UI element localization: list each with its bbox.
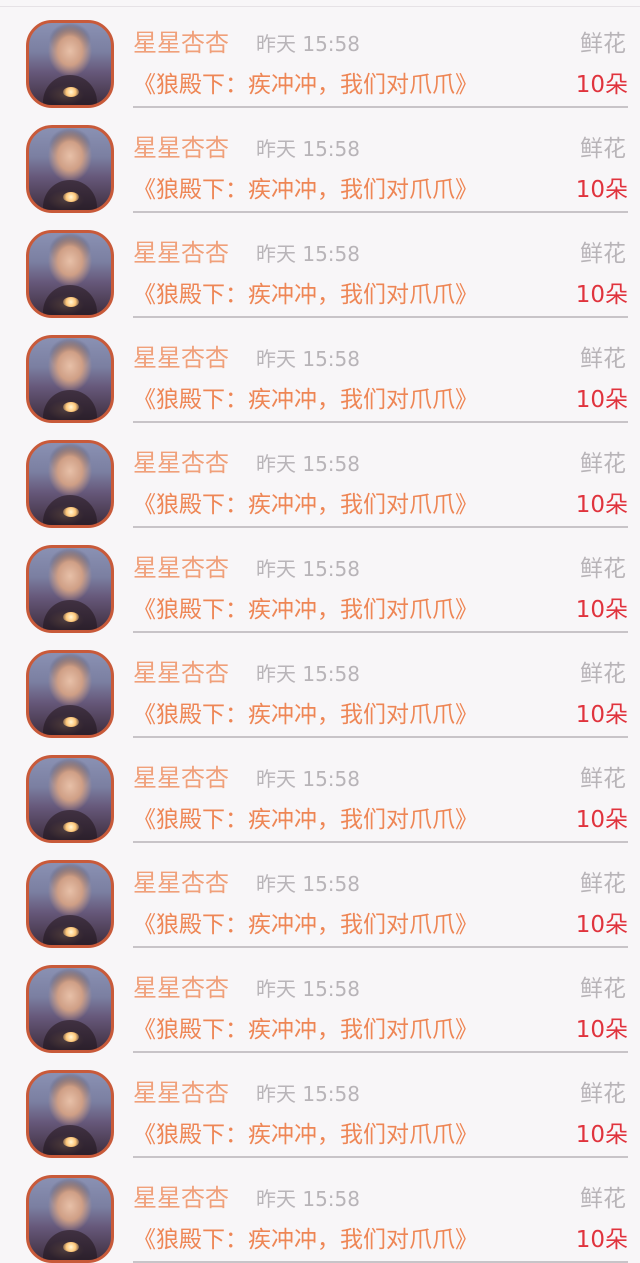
list-item[interactable]: 星星杏杏 昨天 15:58 鲜花 《狼殿下：疾冲冲，我们对爪爪》 10朵 (0, 315, 640, 423)
timestamp: 昨天 15:58 (256, 977, 360, 1001)
book-title[interactable]: 《狼殿下：疾冲冲，我们对爪爪》 (133, 488, 478, 522)
avatar[interactable] (26, 1175, 114, 1263)
avatar[interactable] (26, 125, 114, 213)
timestamp: 昨天 15:58 (256, 767, 360, 791)
gift-type: 鲜花 (580, 661, 626, 687)
sender-name[interactable]: 星星杏杏 (133, 656, 229, 690)
book-title[interactable]: 《狼殿下：疾冲冲，我们对爪爪》 (133, 68, 478, 102)
book-title[interactable]: 《狼殿下：疾冲冲，我们对爪爪》 (133, 803, 478, 837)
list-item[interactable]: 星星杏杏 昨天 15:58 鲜花 《狼殿下：疾冲冲，我们对爪爪》 10朵 (0, 210, 640, 318)
timestamp: 昨天 15:58 (256, 557, 360, 581)
sender-name[interactable]: 星星杏杏 (133, 551, 229, 585)
sender-name[interactable]: 星星杏杏 (133, 1076, 229, 1110)
avatar[interactable] (26, 440, 114, 528)
avatar[interactable] (26, 965, 114, 1053)
avatar[interactable] (26, 755, 114, 843)
sender-name[interactable]: 星星杏杏 (133, 761, 229, 795)
list-item[interactable]: 星星杏杏 昨天 15:58 鲜花 《狼殿下：疾冲冲，我们对爪爪》 10朵 (0, 630, 640, 738)
list-item[interactable]: 星星杏杏 昨天 15:58 鲜花 《狼殿下：疾冲冲，我们对爪爪》 10朵 (0, 105, 640, 213)
book-title[interactable]: 《狼殿下：疾冲冲，我们对爪爪》 (133, 908, 478, 942)
list-item[interactable]: 星星杏杏 昨天 15:58 鲜花 《狼殿下：疾冲冲，我们对爪爪》 10朵 (0, 525, 640, 633)
book-title[interactable]: 《狼殿下：疾冲冲，我们对爪爪》 (133, 1223, 478, 1257)
avatar[interactable] (26, 335, 114, 423)
book-title[interactable]: 《狼殿下：疾冲冲，我们对爪爪》 (133, 1013, 478, 1047)
list-item[interactable]: 星星杏杏 昨天 15:58 鲜花 《狼殿下：疾冲冲，我们对爪爪》 10朵 (0, 735, 640, 843)
timestamp: 昨天 15:58 (256, 347, 360, 371)
avatar[interactable] (26, 230, 114, 318)
gift-count: 10朵 (575, 1017, 628, 1043)
gift-type: 鲜花 (580, 871, 626, 897)
gift-count: 10朵 (575, 282, 628, 308)
sender-name[interactable]: 星星杏杏 (133, 446, 229, 480)
avatar[interactable] (26, 545, 114, 633)
gift-type: 鲜花 (580, 136, 626, 162)
list-item[interactable]: 星星杏杏 昨天 15:58 鲜花 《狼殿下：疾冲冲，我们对爪爪》 10朵 (0, 420, 640, 528)
avatar[interactable] (26, 650, 114, 738)
timestamp: 昨天 15:58 (256, 872, 360, 896)
avatar[interactable] (26, 860, 114, 948)
gift-count: 10朵 (575, 387, 628, 413)
gift-type: 鲜花 (580, 31, 626, 57)
list-item[interactable]: 星星杏杏 昨天 15:58 鲜花 《狼殿下：疾冲冲，我们对爪爪》 10朵 (0, 1155, 640, 1263)
timestamp: 昨天 15:58 (256, 1082, 360, 1106)
gift-count: 10朵 (575, 72, 628, 98)
timestamp: 昨天 15:58 (256, 452, 360, 476)
book-title[interactable]: 《狼殿下：疾冲冲，我们对爪爪》 (133, 173, 478, 207)
list-item[interactable]: 星星杏杏 昨天 15:58 鲜花 《狼殿下：疾冲冲，我们对爪爪》 10朵 (0, 0, 640, 108)
book-title[interactable]: 《狼殿下：疾冲冲，我们对爪爪》 (133, 383, 478, 417)
book-title[interactable]: 《狼殿下：疾冲冲，我们对爪爪》 (133, 593, 478, 627)
timestamp: 昨天 15:58 (256, 242, 360, 266)
gift-count: 10朵 (575, 492, 628, 518)
timestamp: 昨天 15:58 (256, 32, 360, 56)
timestamp: 昨天 15:58 (256, 662, 360, 686)
sender-name[interactable]: 星星杏杏 (133, 1181, 229, 1215)
timestamp: 昨天 15:58 (256, 137, 360, 161)
gift-count: 10朵 (575, 597, 628, 623)
list-item[interactable]: 星星杏杏 昨天 15:58 鲜花 《狼殿下：疾冲冲，我们对爪爪》 10朵 (0, 840, 640, 948)
book-title[interactable]: 《狼殿下：疾冲冲，我们对爪爪》 (133, 278, 478, 312)
gift-type: 鲜花 (580, 346, 626, 372)
sender-name[interactable]: 星星杏杏 (133, 341, 229, 375)
timestamp: 昨天 15:58 (256, 1187, 360, 1211)
sender-name[interactable]: 星星杏杏 (133, 236, 229, 270)
sender-name[interactable]: 星星杏杏 (133, 866, 229, 900)
sender-name[interactable]: 星星杏杏 (133, 131, 229, 165)
list-item[interactable]: 星星杏杏 昨天 15:58 鲜花 《狼殿下：疾冲冲，我们对爪爪》 10朵 (0, 945, 640, 1053)
gift-count: 10朵 (575, 702, 628, 728)
gift-count: 10朵 (575, 177, 628, 203)
sender-name[interactable]: 星星杏杏 (133, 26, 229, 60)
sender-name[interactable]: 星星杏杏 (133, 971, 229, 1005)
gift-count: 10朵 (575, 1227, 628, 1253)
gift-count: 10朵 (575, 912, 628, 938)
gift-type: 鲜花 (580, 766, 626, 792)
book-title[interactable]: 《狼殿下：疾冲冲，我们对爪爪》 (133, 1118, 478, 1152)
gift-type: 鲜花 (580, 241, 626, 267)
gift-count: 10朵 (575, 807, 628, 833)
gift-type: 鲜花 (580, 1081, 626, 1107)
book-title[interactable]: 《狼殿下：疾冲冲，我们对爪爪》 (133, 698, 478, 732)
avatar[interactable] (26, 1070, 114, 1158)
avatar[interactable] (26, 20, 114, 108)
gift-type: 鲜花 (580, 556, 626, 582)
gift-type: 鲜花 (580, 1186, 626, 1212)
gift-type: 鲜花 (580, 451, 626, 477)
gift-type: 鲜花 (580, 976, 626, 1002)
list-item[interactable]: 星星杏杏 昨天 15:58 鲜花 《狼殿下：疾冲冲，我们对爪爪》 10朵 (0, 1050, 640, 1158)
gift-count: 10朵 (575, 1122, 628, 1148)
